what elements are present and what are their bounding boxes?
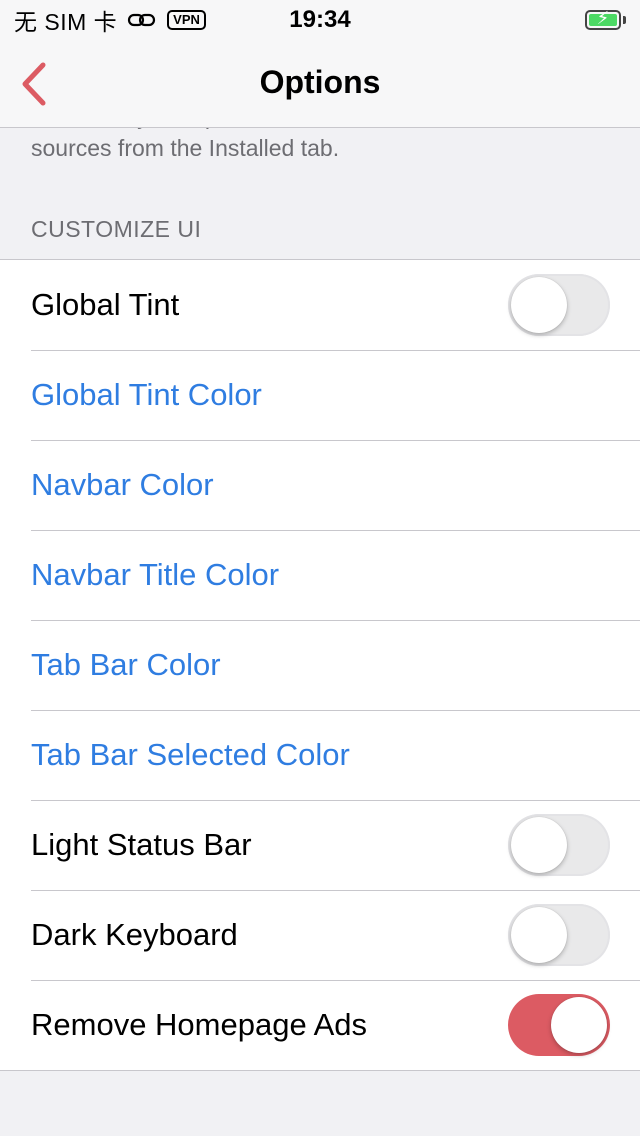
- row-label: Tab Bar Color: [31, 647, 221, 682]
- navigation-bar: Options: [0, 40, 640, 128]
- row-label: Dark Keyboard: [31, 917, 238, 952]
- battery-body: ⚡: [585, 8, 621, 30]
- customize-ui-list: Global Tint Global Tint Color Navbar Col…: [0, 259, 640, 1071]
- row-navbar-title-color[interactable]: Navbar Title Color: [0, 530, 640, 620]
- settings-scroll-view[interactable]: Adds ability to export a list of install…: [0, 40, 640, 1136]
- status-bar: 无 SIM 卡 VPN ⚡ 19:34: [0, 0, 640, 40]
- battery-charging-icon: ⚡: [585, 8, 626, 30]
- toggle-knob: [511, 277, 567, 333]
- row-tab-bar-selected-color[interactable]: Tab Bar Selected Color: [0, 710, 640, 800]
- status-left: 无 SIM 卡 VPN: [14, 3, 206, 37]
- row-navbar-color[interactable]: Navbar Color: [0, 440, 640, 530]
- light-status-bar-toggle[interactable]: [508, 814, 610, 876]
- row-tab-bar-color[interactable]: Tab Bar Color: [0, 620, 640, 710]
- row-label: Light Status Bar: [31, 827, 252, 862]
- row-label: Global Tint: [31, 287, 180, 322]
- row-label: Remove Homepage Ads: [31, 1007, 368, 1042]
- row-dark-keyboard: Dark Keyboard: [0, 890, 640, 980]
- row-remove-homepage-ads: Remove Homepage Ads: [0, 980, 640, 1070]
- toggle-knob: [551, 997, 607, 1053]
- carrier-label: 无 SIM 卡: [14, 9, 118, 35]
- row-label: Tab Bar Selected Color: [31, 737, 350, 772]
- global-tint-toggle[interactable]: [508, 274, 610, 336]
- row-label: Global Tint Color: [31, 377, 262, 412]
- row-global-tint-color[interactable]: Global Tint Color: [0, 350, 640, 440]
- row-light-status-bar: Light Status Bar: [0, 800, 640, 890]
- bolt-icon: ⚡: [596, 8, 610, 28]
- options-screen: 无 SIM 卡 VPN ⚡ 19:34 Options Adds ability…: [0, 0, 640, 1136]
- link-icon: [128, 13, 156, 27]
- toggle-knob: [511, 817, 567, 873]
- battery-cap: [623, 16, 626, 24]
- section-header: CUSTOMIZE UI: [31, 216, 202, 242]
- vpn-badge: VPN: [167, 10, 206, 30]
- remove-homepage-ads-toggle[interactable]: [508, 994, 610, 1056]
- dark-keyboard-toggle[interactable]: [508, 904, 610, 966]
- row-label: Navbar Title Color: [31, 557, 280, 592]
- row-label: Navbar Color: [31, 467, 214, 502]
- row-global-tint: Global Tint: [0, 260, 640, 350]
- page-title: Options: [259, 64, 381, 100]
- toggle-knob: [511, 907, 567, 963]
